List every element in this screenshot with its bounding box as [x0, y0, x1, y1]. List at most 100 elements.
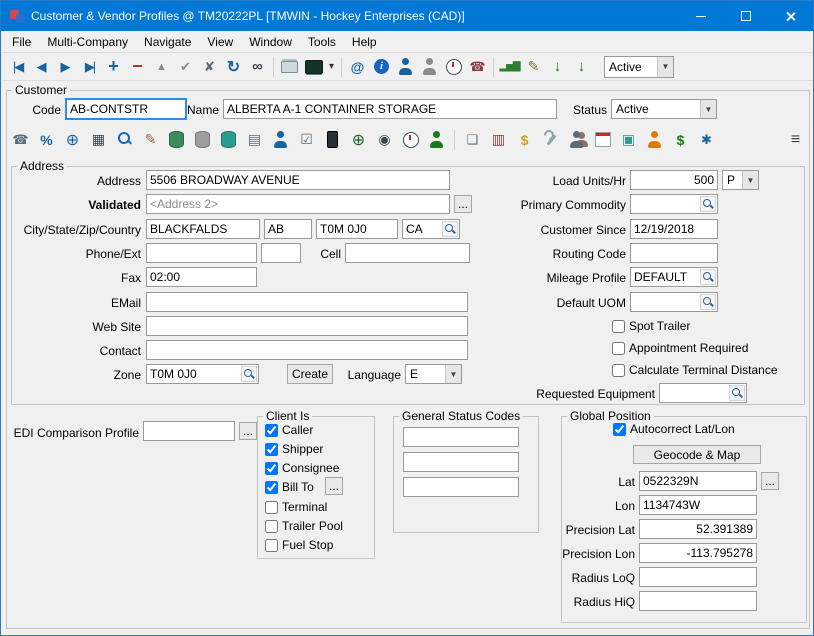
- import-icon[interactable]: [546, 55, 569, 78]
- database-gray-icon[interactable]: [191, 128, 214, 151]
- autocorrect-latlon-checkbox-input[interactable]: [613, 423, 626, 436]
- lat-more-button[interactable]: ...: [761, 472, 779, 490]
- phone-device-icon[interactable]: ☎: [9, 128, 32, 151]
- customer-since-input[interactable]: [630, 219, 718, 239]
- first-record-icon[interactable]: [6, 55, 29, 78]
- edi-more-button[interactable]: ...: [239, 422, 257, 440]
- chevron-down-icon[interactable]: [657, 57, 673, 77]
- country-lookup-icon[interactable]: [442, 221, 458, 237]
- geocode-map-button[interactable]: Geocode & Map: [633, 445, 761, 464]
- radius-loq-input[interactable]: [639, 567, 757, 587]
- trailer-pool-checkbox-input[interactable]: [265, 520, 278, 533]
- zone-field[interactable]: [146, 364, 259, 384]
- cancel-edit-icon[interactable]: [198, 55, 221, 78]
- country-field[interactable]: [402, 219, 460, 239]
- radius-hiq-input[interactable]: [639, 591, 757, 611]
- website-input[interactable]: [146, 316, 468, 336]
- refresh-icon[interactable]: [222, 55, 245, 78]
- globe-web-icon[interactable]: [61, 128, 84, 151]
- phone-input[interactable]: [146, 243, 257, 263]
- schedule-icon[interactable]: [243, 128, 266, 151]
- user-icon[interactable]: [269, 128, 292, 151]
- precision-lon-input[interactable]: [639, 543, 757, 563]
- menu-navigate[interactable]: Navigate: [136, 32, 199, 52]
- fuel-stop-checkbox-input[interactable]: [265, 539, 278, 552]
- close-button[interactable]: [768, 1, 813, 31]
- print-icon[interactable]: [278, 55, 301, 78]
- appointment-required-checkbox[interactable]: Appointment Required: [612, 340, 748, 356]
- trailer-pool-checkbox[interactable]: Trailer Pool: [265, 518, 343, 534]
- minimize-button[interactable]: [678, 1, 723, 31]
- log-list-icon[interactable]: [784, 128, 807, 151]
- address2-more-button[interactable]: ...: [454, 195, 472, 213]
- previous-record-icon[interactable]: [30, 55, 53, 78]
- bill-to-more-button[interactable]: ...: [325, 477, 343, 495]
- appointment-required-checkbox-input[interactable]: [612, 342, 625, 355]
- services-icon[interactable]: [695, 128, 718, 151]
- menu-multi-company[interactable]: Multi-Company: [39, 32, 136, 52]
- general-status-code-2-input[interactable]: [403, 452, 519, 472]
- default-uom-lookup-icon[interactable]: [700, 294, 716, 310]
- mileage-profile-input[interactable]: [631, 269, 700, 285]
- status-combobox[interactable]: Active: [611, 99, 717, 119]
- edi-comparison-profile-input[interactable]: [143, 421, 235, 441]
- export-icon[interactable]: [570, 55, 593, 78]
- screen-report-icon[interactable]: [302, 55, 325, 78]
- menu-tools[interactable]: Tools: [300, 32, 344, 52]
- edit-record-icon[interactable]: [150, 55, 173, 78]
- requested-equipment-lookup-icon[interactable]: [729, 385, 745, 401]
- screen-report-dropdown-icon[interactable]: [326, 55, 337, 78]
- mileage-profile-field[interactable]: [630, 267, 718, 287]
- last-record-icon[interactable]: [78, 55, 101, 78]
- calculate-terminal-distance-checkbox-input[interactable]: [612, 364, 625, 377]
- percent-rates-icon[interactable]: [35, 128, 58, 151]
- notes-icon[interactable]: [522, 55, 545, 78]
- user-add-icon[interactable]: [425, 128, 448, 151]
- search-icon[interactable]: [113, 128, 136, 151]
- general-status-code-3-input[interactable]: [403, 477, 519, 497]
- globe-dark-icon[interactable]: [347, 128, 370, 151]
- spot-trailer-checkbox-input[interactable]: [612, 320, 625, 333]
- precision-lat-input[interactable]: [639, 519, 757, 539]
- menu-file[interactable]: File: [4, 32, 39, 52]
- chevron-down-icon[interactable]: [445, 365, 461, 383]
- database-green-icon[interactable]: [165, 128, 188, 151]
- user-remove-icon[interactable]: [643, 128, 666, 151]
- calendar-icon[interactable]: [591, 128, 614, 151]
- chevron-down-icon[interactable]: [742, 171, 758, 189]
- primary-commodity-input[interactable]: [631, 196, 700, 212]
- calculate-terminal-distance-checkbox[interactable]: Calculate Terminal Distance: [612, 362, 778, 378]
- fax-icon[interactable]: ☎: [466, 55, 489, 78]
- notepad-icon[interactable]: [139, 128, 162, 151]
- terminal-checkbox-input[interactable]: [265, 501, 278, 514]
- bill-to-checkbox[interactable]: Bill To: [265, 479, 314, 495]
- fax-input[interactable]: [146, 267, 257, 287]
- drum-teal-icon[interactable]: [217, 128, 240, 151]
- spot-trailer-checkbox[interactable]: Spot Trailer: [612, 318, 690, 334]
- email-input[interactable]: [146, 292, 468, 312]
- default-uom-field[interactable]: [630, 292, 718, 312]
- menu-help[interactable]: Help: [344, 32, 385, 52]
- delete-record-icon[interactable]: [126, 55, 149, 78]
- tasklist-icon[interactable]: [295, 128, 318, 151]
- load-units-input[interactable]: [630, 170, 718, 190]
- zip-input[interactable]: [316, 219, 398, 239]
- phone-ext-input[interactable]: [261, 243, 301, 263]
- maximize-button[interactable]: [723, 1, 768, 31]
- shipper-checkbox[interactable]: Shipper: [265, 441, 323, 457]
- fuel-stop-checkbox[interactable]: Fuel Stop: [265, 537, 333, 553]
- consignee-checkbox[interactable]: Consignee: [265, 460, 339, 476]
- general-status-code-1-input[interactable]: [403, 427, 519, 447]
- lon-input[interactable]: [639, 495, 757, 515]
- state-input[interactable]: [264, 219, 312, 239]
- bill-to-checkbox-input[interactable]: [265, 481, 278, 494]
- caller-checkbox-input[interactable]: [265, 424, 278, 437]
- contact-input[interactable]: [146, 340, 468, 360]
- clock-icon[interactable]: [399, 128, 422, 151]
- code-input[interactable]: [65, 98, 187, 120]
- post-edit-icon[interactable]: [174, 55, 197, 78]
- zone-create-button[interactable]: Create: [287, 364, 333, 384]
- mileage-profile-lookup-icon[interactable]: [700, 269, 716, 285]
- name-input[interactable]: [223, 99, 557, 119]
- shipper-checkbox-input[interactable]: [265, 443, 278, 456]
